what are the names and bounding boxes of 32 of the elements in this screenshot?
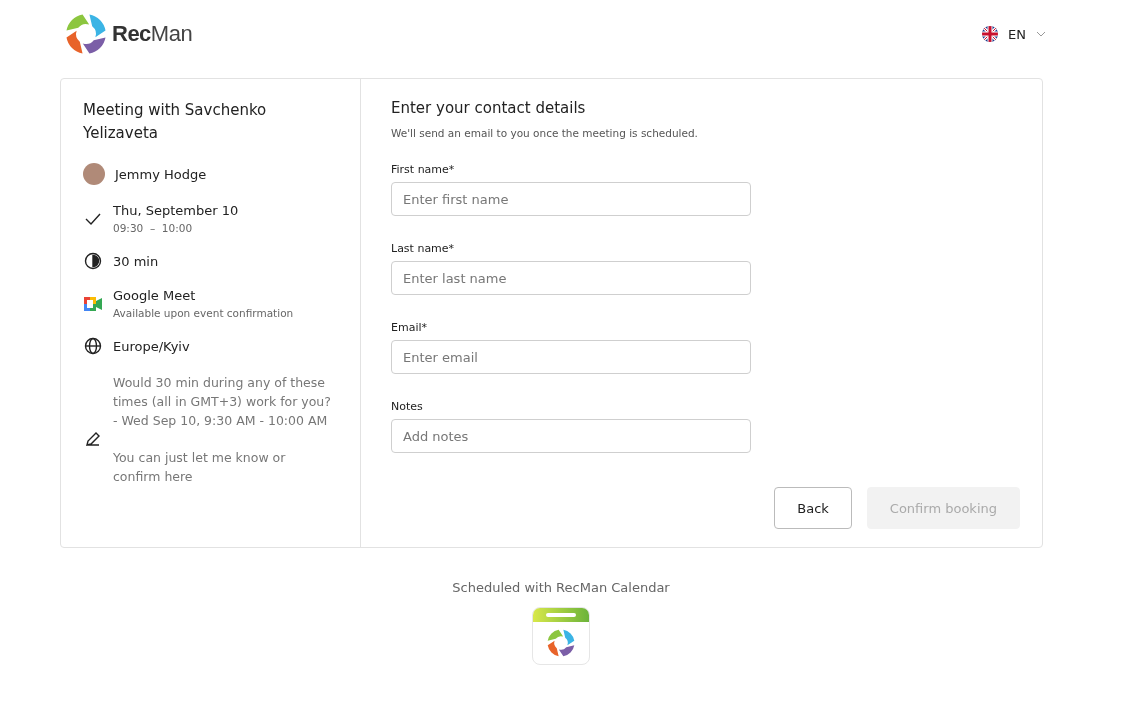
input-field[interactable]: Add notes [391,419,751,453]
location: Google Meet [113,288,197,303]
half-circle-icon [84,252,102,270]
logo-text: RecMan [112,21,193,47]
footer-text: Scheduled with RecMan Calendar [452,580,670,595]
input-field[interactable]: Enter email [391,340,751,374]
flag-icon [982,26,999,42]
host-name: Jemmy Hodge [115,166,207,182]
meeting-time: 09:30 – 10:00 [113,222,194,234]
field-label: First name* [391,163,456,176]
input-field[interactable]: Enter last name [391,261,751,295]
logo-icon [64,12,108,56]
globe-icon [84,337,102,355]
form-title: Enter your contact details [391,99,587,117]
form-subtitle: We'll send an email to you once the meeting is scheduled. [391,127,699,139]
meeting-title: Meeting with Savchenko Yelizaveta [83,100,268,144]
back-button[interactable]: Back [774,487,852,529]
meeting-date: Thu, September 10 [113,203,239,218]
input-field[interactable]: Enter first name [391,182,751,216]
avatar [83,163,105,185]
location-note: Available upon event confirmation [113,307,294,319]
field-label: Last name* [391,242,456,255]
logo-icon [546,628,576,658]
video-camera-icon [84,296,102,311]
language-selector[interactable]: EN [1008,26,1026,42]
field-label: Notes [391,400,424,413]
chevron-down-icon[interactable] [1036,31,1046,37]
meeting-note: You can just let me know or confirm here [113,449,287,486]
duration: 30 min [113,253,159,269]
timezone: Europe/Kyiv [113,338,190,354]
field-label: Email* [391,321,429,334]
meeting-note: Would 30 min during any of these times (all in GMT+3) work for you? - Wed Sep 10, 9:30 AM - 10:00 AM [113,374,332,430]
